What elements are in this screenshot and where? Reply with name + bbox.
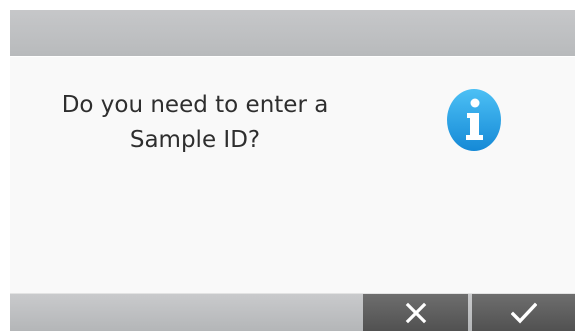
dialog-message-line1: Do you need to enter a [61, 92, 329, 118]
dialog-message-line2: Sample ID? [129, 127, 261, 153]
check-icon [510, 302, 537, 324]
cancel-button[interactable] [363, 294, 468, 331]
dialog-message: Do you need to enter a Sample ID? [30, 88, 360, 158]
confirm-button[interactable] [472, 294, 575, 331]
info-icon [446, 88, 502, 152]
header-bar [10, 10, 575, 56]
close-icon [405, 302, 427, 324]
screen: Do you need to enter a Sample ID? [0, 0, 575, 331]
